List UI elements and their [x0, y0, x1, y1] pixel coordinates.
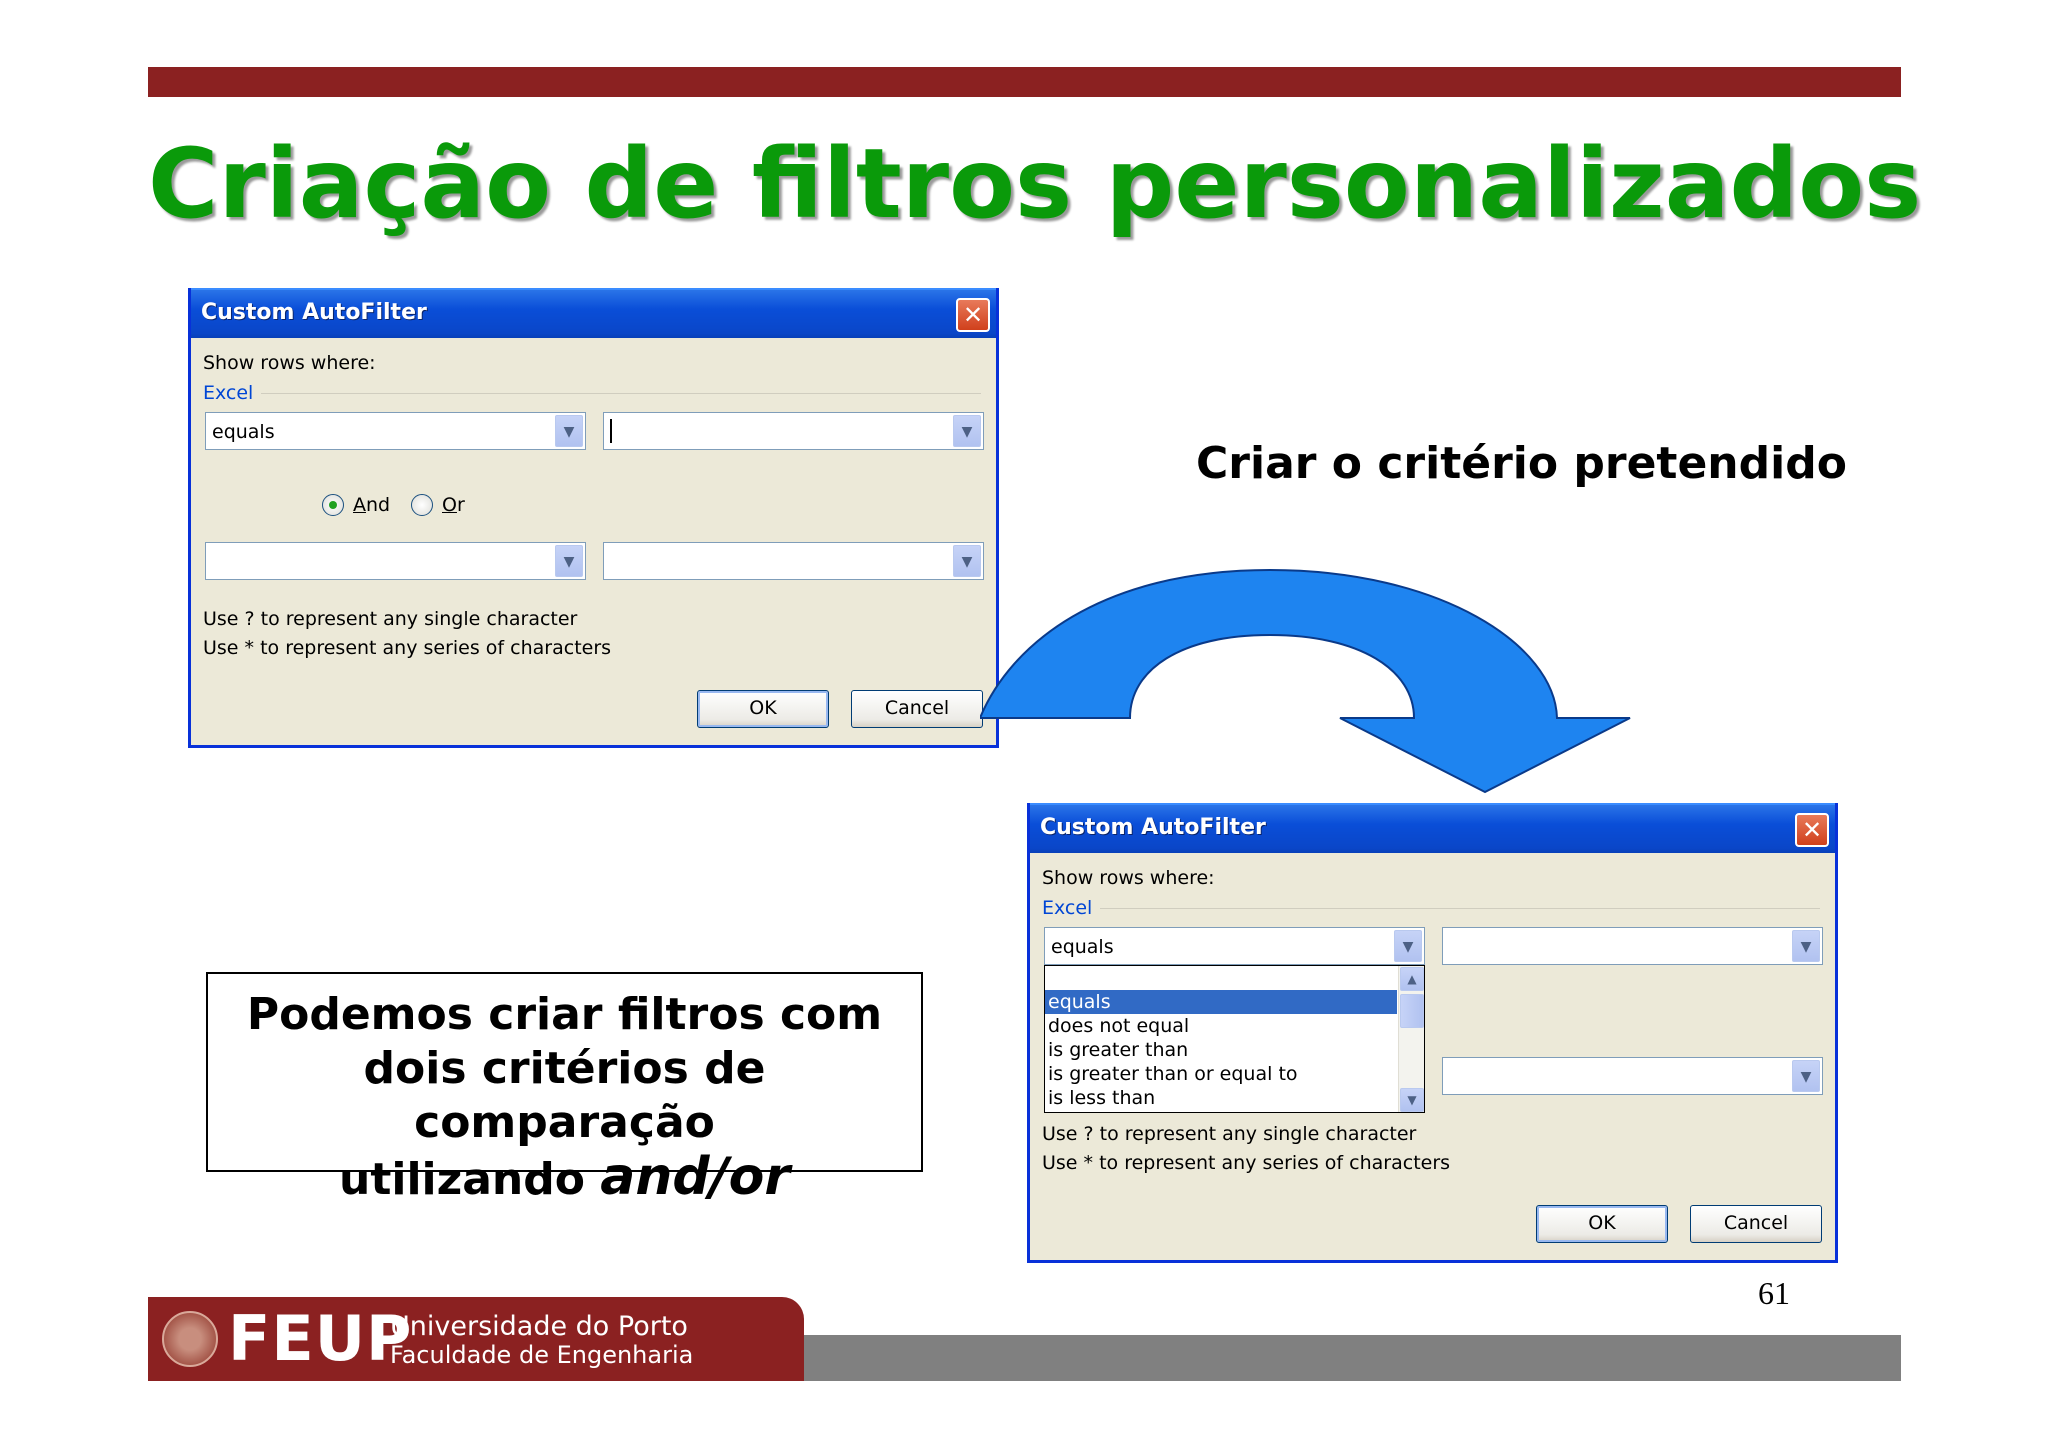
operator-1-value: equals [212, 421, 275, 443]
chevron-down-icon[interactable]: ▼ [1792, 1060, 1820, 1092]
operator-dropdown-list[interactable]: equals does not equal is greater than is gr… [1044, 965, 1425, 1113]
note-line-3-prefix: utilizando [339, 1154, 601, 1205]
footer-bar [800, 1335, 1901, 1381]
operator-2-select[interactable]: ▼ [205, 542, 586, 580]
chevron-down-icon[interactable]: ▼ [1394, 930, 1422, 962]
note-line-3-emphasis: and/or [600, 1147, 790, 1207]
field-label: Excel [1042, 897, 1093, 919]
dialog-title: Custom AutoFilter [1040, 815, 1266, 840]
close-icon[interactable]: ✕ [1795, 813, 1829, 847]
dropdown-scrollbar[interactable]: ▲ ▼ [1398, 966, 1424, 1112]
scroll-down-icon[interactable]: ▼ [1400, 1088, 1424, 1112]
note-line-2: dois critérios de comparação [363, 1043, 766, 1148]
scroll-up-icon[interactable]: ▲ [1400, 967, 1424, 991]
cancel-button[interactable]: Cancel [1690, 1205, 1822, 1243]
or-label[interactable]: Or [442, 494, 465, 516]
chevron-down-icon[interactable]: ▼ [555, 415, 583, 447]
custom-autofilter-dialog-1: Custom AutoFilter ✕ Show rows where: Exc… [188, 288, 999, 748]
close-icon[interactable]: ✕ [956, 298, 990, 332]
note-line-3: utilizando and/or [208, 1150, 921, 1207]
chevron-down-icon[interactable]: ▼ [953, 545, 981, 577]
hint-single-char: Use ? to represent any single character [203, 608, 578, 630]
page-number: 61 [1758, 1275, 1790, 1311]
hint-series-chars: Use * to represent any series of charact… [203, 637, 612, 659]
dropdown-option[interactable]: equals [1045, 990, 1397, 1014]
dropdown-option[interactable]: is greater than [1045, 1038, 1397, 1062]
group-separator [261, 393, 981, 394]
value-1-combo[interactable]: ▼ [1442, 927, 1823, 965]
group-separator [1100, 908, 1820, 909]
show-rows-label: Show rows where: [203, 352, 376, 374]
dropdown-option[interactable]: is less than [1045, 1086, 1397, 1110]
option-list: equals does not equal is greater than is gr… [1045, 990, 1424, 1110]
cancel-button[interactable]: Cancel [851, 690, 983, 728]
operator-1-select[interactable]: equals ▼ [1044, 927, 1425, 965]
chevron-down-icon[interactable]: ▼ [953, 415, 981, 447]
value-2-combo[interactable]: ▼ [1442, 1057, 1823, 1095]
slide-title: Criação de filtros personalizados [148, 128, 1922, 240]
operator-1-value: equals [1051, 936, 1114, 958]
curved-arrow-icon [980, 568, 1631, 794]
operator-1-select[interactable]: equals ▼ [205, 412, 586, 450]
note-box: Podemos criar filtros com dois critérios… [206, 972, 923, 1205]
value-2-combo[interactable]: ▼ [603, 542, 984, 580]
or-radio[interactable] [411, 494, 433, 516]
text-caret [610, 419, 612, 443]
footer-logo-block: FEUP Universidade do Porto Faculdade de … [148, 1297, 804, 1381]
top-bar [148, 67, 1901, 97]
show-rows-label: Show rows where: [1042, 867, 1215, 889]
chevron-down-icon[interactable]: ▼ [1792, 930, 1820, 962]
scroll-thumb[interactable] [1400, 994, 1424, 1028]
dialog-title-bar[interactable]: Custom AutoFilter ✕ [191, 288, 996, 338]
university-name: Universidade do Porto [390, 1311, 688, 1342]
hint-single-char: Use ? to represent any single character [1042, 1123, 1417, 1145]
faculty-name: Faculdade de Engenharia [390, 1341, 694, 1369]
custom-autofilter-dialog-2: Custom AutoFilter ✕ Show rows where: Exc… [1027, 803, 1838, 1263]
chevron-down-icon[interactable]: ▼ [555, 545, 583, 577]
value-1-combo[interactable]: ▼ [603, 412, 984, 450]
hint-series-chars: Use * to represent any series of charact… [1042, 1152, 1451, 1174]
caption-text: Criar o critério pretendido [1196, 438, 1847, 489]
note-line-1: Podemos criar filtros com [246, 989, 883, 1040]
and-label[interactable]: And [353, 494, 390, 516]
dialog-title: Custom AutoFilter [201, 300, 427, 325]
field-label: Excel [203, 382, 254, 404]
ok-button[interactable]: OK [1536, 1205, 1668, 1243]
dialog-title-bar[interactable]: Custom AutoFilter ✕ [1030, 803, 1835, 853]
dropdown-option[interactable]: does not equal [1045, 1014, 1397, 1038]
feup-logo: FEUP [228, 1302, 413, 1375]
ok-button[interactable]: OK [697, 690, 829, 728]
dropdown-option[interactable]: is greater than or equal to [1045, 1062, 1397, 1086]
university-seal-icon [162, 1311, 218, 1367]
and-radio[interactable] [322, 494, 344, 516]
